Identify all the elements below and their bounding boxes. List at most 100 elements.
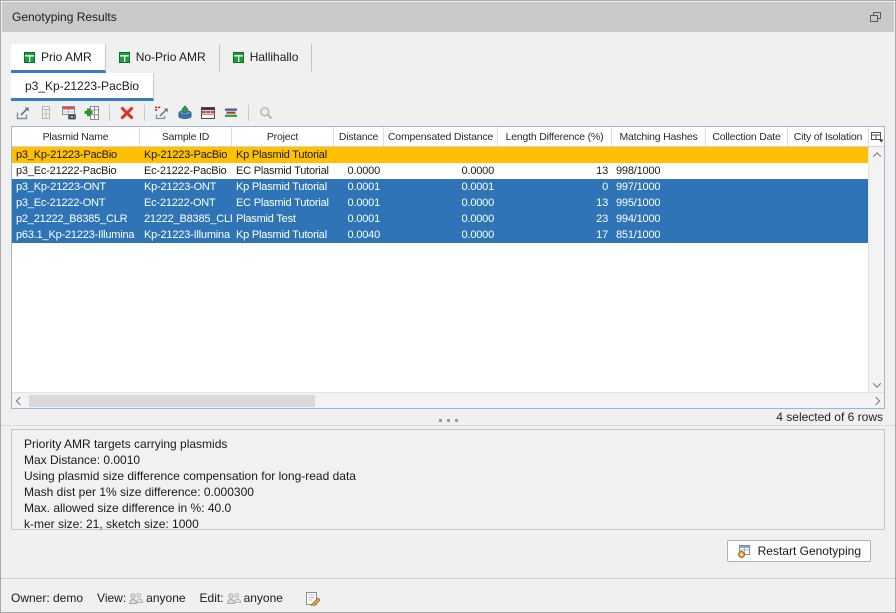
cell: 995/1000 bbox=[612, 195, 706, 211]
table-rows-icon bbox=[200, 105, 216, 121]
edit-value: anyone bbox=[244, 591, 283, 605]
add-to-database-icon bbox=[84, 105, 100, 121]
toolbar-separator bbox=[248, 105, 249, 121]
subtab-p3-kp-21223-pacbio[interactable]: p3_Kp-21223-PacBio bbox=[11, 73, 154, 101]
cell: EC Plasmid Tutorial bbox=[232, 163, 334, 179]
edit-label: Edit: bbox=[200, 591, 224, 605]
table-row[interactable]: p3_Ec-21222-PacBioEc-21222-PacBioEC Plas… bbox=[12, 163, 868, 179]
cell bbox=[334, 147, 384, 163]
add-to-database-button[interactable] bbox=[82, 103, 102, 123]
status-line: Priority AMR targets carrying plasmids bbox=[24, 436, 872, 452]
restart-genotyping-button[interactable]: Restart Genotyping bbox=[727, 540, 871, 562]
subtab-strip: p3_Kp-21223-PacBio bbox=[11, 73, 154, 101]
group-people-icon bbox=[226, 592, 242, 605]
cell: 21222_B8385_CLR bbox=[140, 211, 232, 227]
tab-no-prio-amr[interactable]: No-Prio AMR bbox=[106, 44, 220, 73]
cell: p3_Ec-21222-PacBio bbox=[12, 163, 140, 179]
export-window-icon bbox=[15, 105, 31, 121]
cell: EC Plasmid Tutorial bbox=[232, 195, 334, 211]
copy-table-button[interactable] bbox=[36, 103, 56, 123]
cell bbox=[612, 147, 706, 163]
export-selection-button[interactable] bbox=[152, 103, 172, 123]
cell: 0.0000 bbox=[384, 211, 498, 227]
cell bbox=[788, 227, 868, 243]
table-body: p3_Kp-21223-PacBioKp-21223-PacBioKp Plas… bbox=[12, 147, 868, 392]
horizontal-scrollbar-thumb[interactable] bbox=[29, 395, 315, 407]
cell bbox=[706, 211, 788, 227]
cell: 13 bbox=[498, 195, 612, 211]
cell: Kp Plasmid Tutorial bbox=[232, 147, 334, 163]
column-config-icon bbox=[870, 131, 884, 143]
cell: Kp-21223-PacBio bbox=[140, 147, 232, 163]
column-header-matching-hashes[interactable]: Matching Hashes bbox=[612, 127, 706, 146]
column-header-length-difference[interactable]: Length Difference (%) bbox=[498, 127, 612, 146]
cell: 0.0000 bbox=[384, 195, 498, 211]
horizontal-scrollbar[interactable] bbox=[12, 392, 884, 408]
export-window-button[interactable] bbox=[13, 103, 33, 123]
scroll-right-button[interactable] bbox=[868, 393, 884, 408]
scroll-left-button[interactable] bbox=[12, 393, 28, 408]
column-header-sample-id[interactable]: Sample ID bbox=[140, 127, 232, 146]
vertical-scrollbar[interactable] bbox=[868, 147, 884, 392]
tab-strip: Prio AMR No-Prio AMR Hallihallo bbox=[11, 44, 312, 73]
cell: p63.1_Kp-21223-Illumina bbox=[12, 227, 140, 243]
panel-splitter[interactable] bbox=[1, 416, 895, 425]
cell: 13 bbox=[498, 163, 612, 179]
tab-hallihallo[interactable]: Hallihallo bbox=[220, 44, 313, 73]
table-green-icon bbox=[119, 52, 130, 63]
merge-entries-button[interactable] bbox=[221, 103, 241, 123]
view-label: View: bbox=[97, 591, 126, 605]
search-button[interactable] bbox=[256, 103, 276, 123]
splitter-line bbox=[1, 425, 895, 426]
restart-genotyping-label: Restart Genotyping bbox=[758, 544, 861, 558]
float-window-button[interactable] bbox=[866, 9, 884, 25]
tab-prio-amr[interactable]: Prio AMR bbox=[11, 44, 106, 73]
column-header-city-of-isolation[interactable]: City of Isolation bbox=[788, 127, 869, 146]
cell: Kp-21223-ONT bbox=[140, 179, 232, 195]
column-config-button[interactable] bbox=[869, 127, 884, 146]
table-rows-button[interactable] bbox=[198, 103, 218, 123]
cell: 0.0001 bbox=[334, 179, 384, 195]
table-header-row: Plasmid NameSample IDProjectDistanceComp… bbox=[12, 127, 884, 147]
genotyping-parameters-panel: Priority AMR targets carrying plasmidsMa… bbox=[11, 429, 885, 530]
delete-icon bbox=[119, 105, 135, 121]
cell: p3_Ec-21222-ONT bbox=[12, 195, 140, 211]
column-header-compensated-distance[interactable]: Compensated Distance bbox=[384, 127, 498, 146]
table-row[interactable]: p3_Kp-21223-PacBioKp-21223-PacBioKp Plas… bbox=[12, 147, 868, 163]
table-green-icon bbox=[233, 52, 244, 63]
cell: Kp Plasmid Tutorial bbox=[232, 179, 334, 195]
subtab-label: p3_Kp-21223-PacBio bbox=[25, 79, 139, 93]
cell bbox=[788, 163, 868, 179]
tab-label: Prio AMR bbox=[41, 50, 92, 64]
titlebar: Genotyping Results bbox=[2, 2, 894, 32]
cell: p2_21222_B8385_CLR bbox=[12, 211, 140, 227]
column-header-plasmid-name[interactable]: Plasmid Name bbox=[12, 127, 140, 146]
toolbar-separator bbox=[109, 105, 110, 121]
table-row[interactable]: p3_Kp-21223-ONTKp-21223-ONTKp Plasmid Tu… bbox=[12, 179, 868, 195]
merge-entries-icon bbox=[223, 105, 239, 121]
table-snapshot-button[interactable] bbox=[59, 103, 79, 123]
cell: 0.0001 bbox=[334, 195, 384, 211]
cell: 0.0040 bbox=[334, 227, 384, 243]
column-header-collection-date[interactable]: Collection Date bbox=[706, 127, 788, 146]
delete-button[interactable] bbox=[117, 103, 137, 123]
upload-database-icon bbox=[177, 105, 193, 121]
restart-genotyping-icon bbox=[737, 544, 752, 558]
scroll-up-button[interactable] bbox=[869, 147, 885, 162]
table-row[interactable]: p3_Ec-21222-ONTEc-21222-ONTEC Plasmid Tu… bbox=[12, 195, 868, 211]
table-green-icon bbox=[24, 52, 35, 63]
edit-permissions-button[interactable] bbox=[305, 591, 321, 606]
cell: Plasmid Test bbox=[232, 211, 334, 227]
status-line: Using plasmid size difference compensati… bbox=[24, 468, 872, 484]
table-row[interactable]: p2_21222_B8385_CLR21222_B8385_CLRPlasmid… bbox=[12, 211, 868, 227]
cell bbox=[384, 147, 498, 163]
table-row[interactable]: p63.1_Kp-21223-IlluminaKp-21223-Illumina… bbox=[12, 227, 868, 243]
column-header-project[interactable]: Project bbox=[232, 127, 334, 146]
export-selection-icon bbox=[154, 105, 170, 121]
tab-label: Hallihallo bbox=[250, 50, 299, 64]
column-header-distance[interactable]: Distance bbox=[334, 127, 384, 146]
view-value: anyone bbox=[146, 591, 185, 605]
cell: 0.0000 bbox=[334, 163, 384, 179]
upload-database-button[interactable] bbox=[175, 103, 195, 123]
scroll-down-button[interactable] bbox=[869, 377, 885, 392]
